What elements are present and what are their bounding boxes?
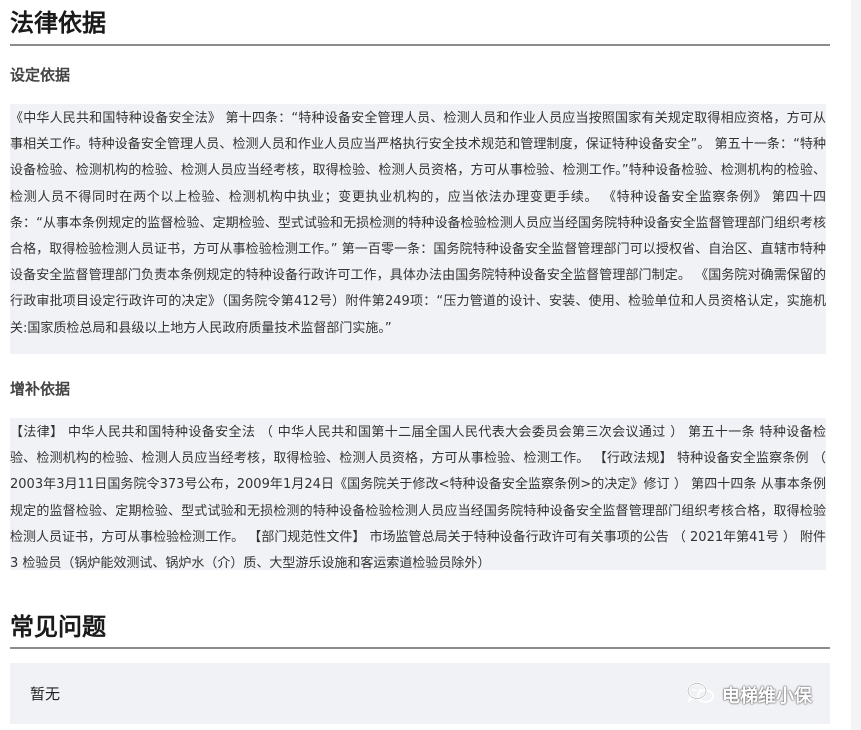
watermark-text: 电梯维小保: [722, 686, 812, 707]
establishing-basis-text: 《中华人民共和国特种设备安全法》 第十四条：“特种设备安全管理人员、检测人员和作…: [10, 104, 826, 354]
wechat-icon: [686, 681, 716, 710]
establishing-basis-title: 设定依据: [10, 66, 71, 84]
legal-basis-title: 法律依据: [10, 9, 106, 37]
supplementary-basis-title: 增补依据: [10, 380, 71, 398]
supplementary-basis-text: 【法律】 中华人民共和国特种设备安全法 （ 中华人民共和国第十二届全国人民代表大…: [10, 418, 826, 571]
right-scroll-gutter: [851, 0, 861, 730]
faq-divider: [10, 647, 830, 649]
watermark: 电梯维小保: [686, 680, 812, 710]
faq-text: 暂无: [30, 685, 61, 703]
legal-basis-divider: [10, 44, 830, 46]
faq-title: 常见问题: [10, 613, 106, 641]
